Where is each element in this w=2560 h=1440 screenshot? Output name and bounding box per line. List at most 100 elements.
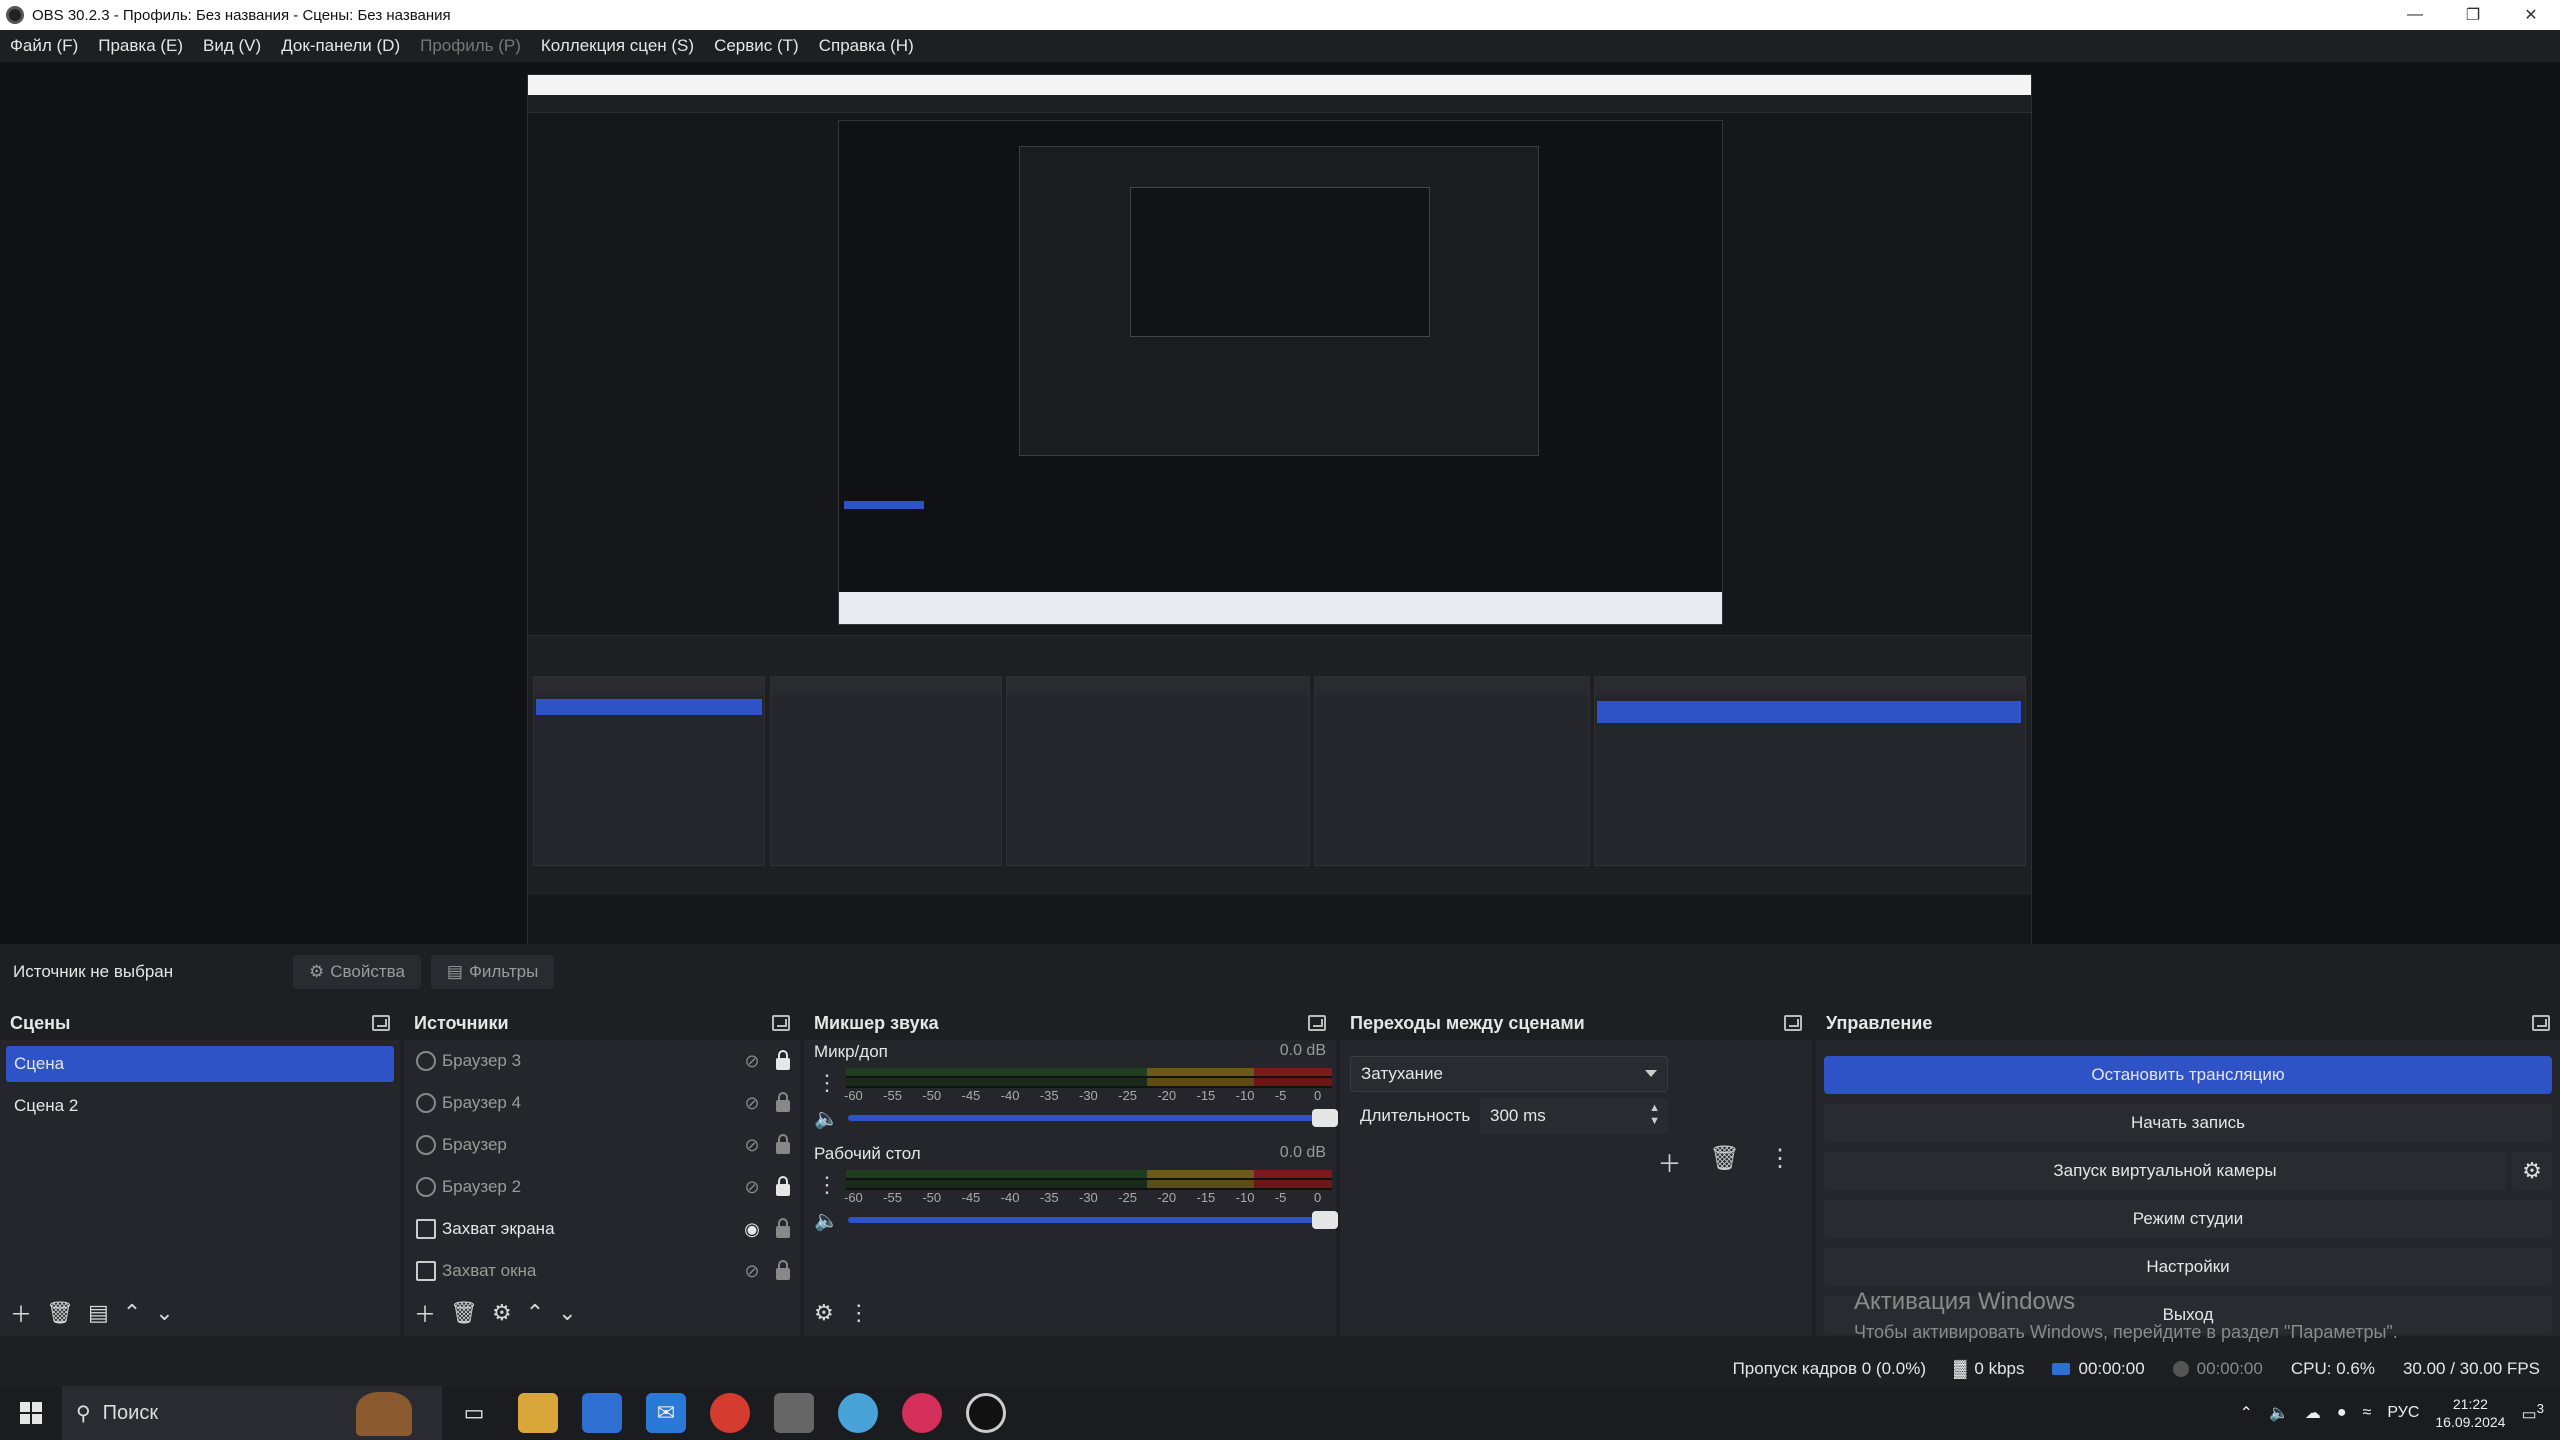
undock-icon[interactable] [2532, 1015, 2550, 1031]
gear-icon[interactable]: ⚙ [492, 1300, 512, 1326]
chevron-down-icon[interactable]: ⌄ [558, 1300, 576, 1326]
store-icon[interactable] [582, 1393, 622, 1433]
source-item[interactable]: Браузер 3 ⊘ [404, 1040, 800, 1082]
notification-icon[interactable]: ▭3 [2521, 1401, 2544, 1424]
transition-select[interactable]: Затухание [1350, 1056, 1668, 1092]
language-indicator[interactable]: РУС [2387, 1404, 2419, 1422]
browser-icon[interactable] [902, 1393, 942, 1433]
kebab-menu-icon[interactable]: ⋮ [1768, 1144, 1792, 1179]
kebab-menu-icon[interactable]: ⋮ [816, 1172, 838, 1198]
properties-button[interactable]: ⚙ Свойства [293, 955, 421, 989]
menu-view[interactable]: Вид (V) [193, 36, 271, 56]
stop-stream-button[interactable]: Остановить трансляцию [1824, 1056, 2552, 1094]
volume-slider[interactable] [848, 1109, 1338, 1127]
taskbar-search[interactable]: ⚲ Поиск [62, 1386, 442, 1440]
eye-slash-icon[interactable]: ⊘ [742, 1093, 762, 1114]
menu-scene-collection[interactable]: Коллекция сцен (S) [531, 36, 704, 56]
preview-area[interactable] [0, 62, 2560, 986]
speaker-icon[interactable]: 🔈 [814, 1106, 839, 1131]
scene-item[interactable]: Сцена [6, 1046, 394, 1082]
undock-icon[interactable] [772, 1015, 790, 1031]
menu-file[interactable]: Файл (F) [0, 36, 88, 56]
duration-spinbox[interactable]: 300 ms ▲ ▼ [1480, 1098, 1668, 1134]
restore-button[interactable]: ❐ [2444, 0, 2502, 30]
stream-icon [2052, 1363, 2071, 1375]
microphone-icon[interactable]: ● [2337, 1404, 2347, 1422]
virtual-camera-button[interactable]: Запуск виртуальной камеры [1824, 1152, 2506, 1190]
virtual-camera-settings-button[interactable]: ⚙ [2512, 1152, 2552, 1190]
close-button[interactable]: ✕ [2502, 0, 2560, 30]
volume-slider-handle[interactable] [1312, 1109, 1338, 1127]
undock-icon[interactable] [372, 1015, 390, 1031]
scene-item[interactable]: Сцена 2 [6, 1088, 394, 1124]
speaker-icon[interactable]: 🔈 [814, 1208, 839, 1233]
kebab-menu-icon[interactable]: ⋮ [848, 1300, 870, 1326]
start-button[interactable] [0, 1386, 62, 1440]
menu-docks[interactable]: Док-панели (D) [271, 36, 410, 56]
chevron-down-icon[interactable]: ⌄ [155, 1300, 173, 1326]
trash-icon[interactable]: 🗑 [450, 1300, 478, 1326]
file-explorer-icon[interactable] [518, 1393, 558, 1433]
undock-icon[interactable] [1784, 1015, 1802, 1031]
source-item[interactable]: Захват окна ⊘ [404, 1250, 800, 1292]
volume-slider-handle[interactable] [1312, 1211, 1338, 1229]
settings-button[interactable]: Настройки [1824, 1248, 2552, 1286]
source-item[interactable]: Браузер 4 ⊘ [404, 1082, 800, 1124]
unlock-icon[interactable] [776, 1218, 790, 1238]
chevron-up-icon[interactable]: ⌃ [526, 1300, 544, 1326]
scene-label: Сцена 2 [14, 1096, 79, 1115]
start-record-button[interactable]: Начать запись [1824, 1104, 2552, 1142]
lock-icon[interactable] [776, 1176, 790, 1196]
meter-tick-label: -40 [1000, 1190, 1020, 1205]
nested-preview-3 [1130, 187, 1430, 337]
filters-button[interactable]: ▤ Фильтры [430, 955, 555, 989]
nested-preview-2 [1019, 146, 1539, 456]
add-icon[interactable]: ＋ [10, 1297, 32, 1329]
eye-slash-icon[interactable]: ⊘ [742, 1051, 762, 1072]
source-item[interactable]: Захват экрана ◉ [404, 1208, 800, 1250]
trash-icon[interactable]: 🗑 [1710, 1144, 1740, 1179]
unlock-icon[interactable] [776, 1134, 790, 1154]
properties-label: Свойства [330, 962, 405, 981]
source-item[interactable]: Браузер 2 ⊘ [404, 1166, 800, 1208]
chevron-up-icon[interactable]: ⌃ [123, 1300, 141, 1326]
wifi-icon[interactable]: ≈ [2363, 1404, 2372, 1422]
menu-profile[interactable]: Профиль (P) [410, 36, 531, 56]
unlock-icon[interactable] [776, 1092, 790, 1112]
unlock-icon[interactable] [776, 1260, 790, 1280]
spin-arrows-icon[interactable]: ▲ ▼ [1649, 1102, 1660, 1128]
undock-icon[interactable] [1308, 1015, 1326, 1031]
meter-tick-label: 0 [1314, 1190, 1322, 1205]
mail-icon[interactable]: ✉ [646, 1393, 686, 1433]
volume-icon[interactable]: 🔈 [2269, 1403, 2289, 1423]
calculator-icon[interactable] [774, 1393, 814, 1433]
volume-slider[interactable] [848, 1211, 1338, 1229]
eye-icon[interactable]: ◉ [742, 1219, 762, 1240]
menu-tools[interactable]: Сервис (T) [704, 36, 809, 56]
obs-icon[interactable] [966, 1393, 1006, 1433]
lock-icon[interactable] [776, 1050, 790, 1070]
filter-icon[interactable]: ▤ [88, 1300, 109, 1326]
menu-edit[interactable]: Правка (E) [88, 36, 193, 56]
app-icon[interactable] [838, 1393, 878, 1433]
task-view-icon[interactable]: ▭ [454, 1393, 494, 1433]
studio-mode-button[interactable]: Режим студии [1824, 1200, 2552, 1238]
gear-icon[interactable]: ⚙ [814, 1300, 834, 1326]
eye-slash-icon[interactable]: ⊘ [742, 1177, 762, 1198]
network-icon[interactable]: ☁ [2305, 1403, 2321, 1423]
chrome-icon[interactable] [710, 1393, 750, 1433]
bitrate-label: 0 kbps [1974, 1359, 2025, 1378]
channel-db: 0.0 dB [1279, 1144, 1326, 1161]
minimize-button[interactable]: — [2386, 0, 2444, 30]
eye-slash-icon[interactable]: ⊘ [742, 1135, 762, 1156]
menu-help[interactable]: Справка (H) [809, 36, 924, 56]
add-icon[interactable]: ＋ [1658, 1144, 1682, 1179]
nested-scenes-panel [533, 676, 765, 866]
chevron-up-icon[interactable]: ⌃ [2240, 1403, 2253, 1423]
kebab-menu-icon[interactable]: ⋮ [816, 1070, 838, 1096]
source-item[interactable]: Браузер ⊘ [404, 1124, 800, 1166]
add-icon[interactable]: ＋ [414, 1297, 436, 1329]
clock[interactable]: 21:22 16.09.2024 [2435, 1395, 2505, 1431]
trash-icon[interactable]: 🗑 [46, 1300, 74, 1326]
eye-slash-icon[interactable]: ⊘ [742, 1261, 762, 1282]
